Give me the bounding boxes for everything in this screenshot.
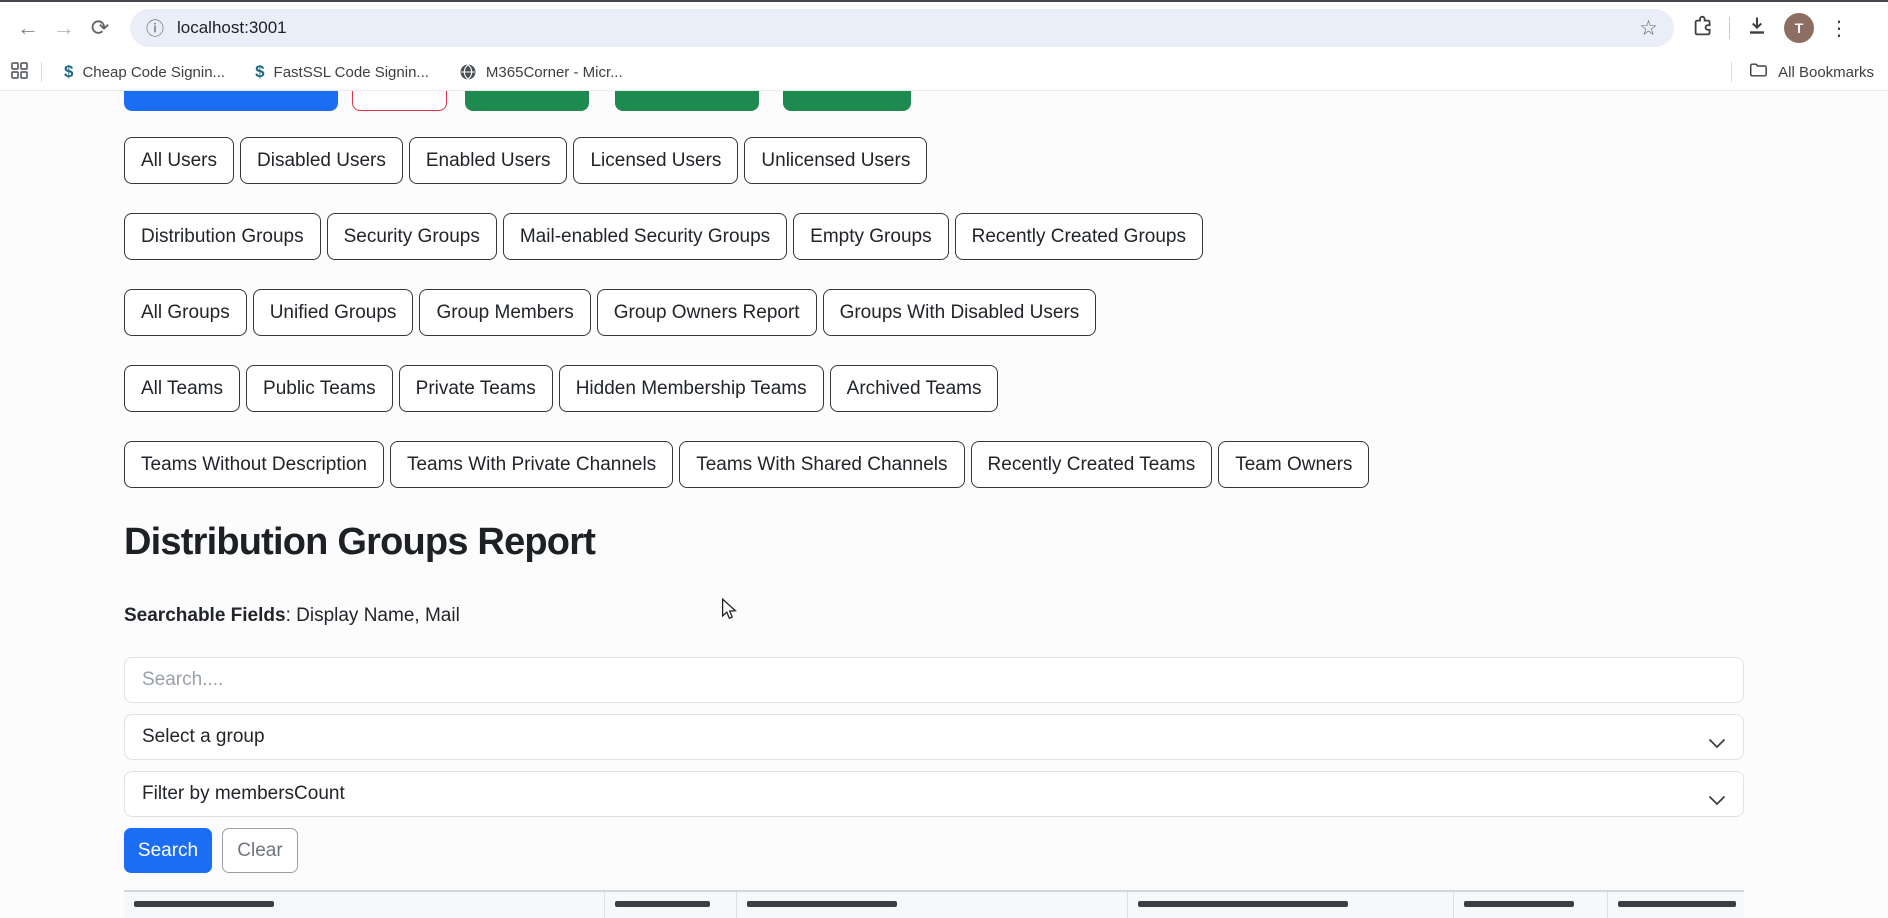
bookmark-item[interactable]: $ Cheap Code Signin... <box>64 62 225 82</box>
forward-icon[interactable]: → <box>46 10 82 46</box>
bookmark-star-icon[interactable]: ☆ <box>1639 16 1658 41</box>
download-icon[interactable] <box>1745 14 1769 43</box>
searchable-fields-line: Searchable Fields: Display Name, Mail <box>124 605 1888 627</box>
chevron-down-icon <box>1708 733 1726 755</box>
toolbar-right: T ⋮ <box>1690 13 1849 43</box>
info-icon[interactable]: ⓘ <box>146 15 164 41</box>
filter-button-private-teams[interactable]: Private Teams <box>399 365 553 412</box>
members-count-select[interactable]: Filter by membersCount <box>124 771 1744 817</box>
bookmarks-bar: $ Cheap Code Signin... $ FastSSL Code Signi… <box>0 54 1888 91</box>
globe-icon <box>459 63 477 81</box>
filter-button-enabled-users[interactable]: Enabled Users <box>409 137 568 184</box>
table-header-cell <box>124 892 605 918</box>
filter-button-row: Distribution GroupsSecurity GroupsMail-e… <box>124 213 1888 260</box>
folder-icon <box>1748 60 1768 84</box>
reload-icon[interactable]: ⟳ <box>82 10 118 46</box>
bookmarks-divider <box>1731 62 1732 82</box>
clipped-header-text <box>1138 901 1348 907</box>
dollar-icon: $ <box>64 62 73 82</box>
searchable-fields-value: : Display Name, Mail <box>286 605 460 626</box>
table-header-cell <box>1454 892 1608 918</box>
filter-button-teams-with-shared-channels[interactable]: Teams With Shared Channels <box>679 441 964 488</box>
filter-button-team-owners[interactable]: Team Owners <box>1218 441 1369 488</box>
partial-button-filled-1e8a4f[interactable] <box>465 91 589 111</box>
filter-button-recently-created-groups[interactable]: Recently Created Groups <box>955 213 1203 260</box>
filter-button-row: Teams Without DescriptionTeams With Priv… <box>124 441 1888 488</box>
page-content: All UsersDisabled UsersEnabled UsersLice… <box>0 91 1888 918</box>
filter-button-row: All GroupsUnified GroupsGroup MembersGro… <box>124 289 1888 336</box>
avatar[interactable]: T <box>1784 13 1814 43</box>
clear-button[interactable]: Clear <box>222 828 298 873</box>
mouse-cursor <box>719 598 739 620</box>
filter-button-teams-without-description[interactable]: Teams Without Description <box>124 441 384 488</box>
filter-button-group-members[interactable]: Group Members <box>419 289 590 336</box>
filter-button-distribution-groups[interactable]: Distribution Groups <box>124 213 321 260</box>
apps-grid-icon[interactable] <box>10 61 29 84</box>
filter-button-mail-enabled-security-groups[interactable]: Mail-enabled Security Groups <box>503 213 787 260</box>
filter-button-archived-teams[interactable]: Archived Teams <box>830 365 999 412</box>
dollar-icon: $ <box>255 62 264 82</box>
bookmark-item[interactable]: $ FastSSL Code Signin... <box>255 62 429 82</box>
filter-button-all-teams[interactable]: All Teams <box>124 365 240 412</box>
partial-button-filled-1b6ef3[interactable] <box>124 91 338 111</box>
filter-button-hidden-membership-teams[interactable]: Hidden Membership Teams <box>559 365 824 412</box>
partial-button-outline-dc3545[interactable] <box>352 91 447 111</box>
partial-button-filled-1e8a4f[interactable] <box>783 91 911 111</box>
bookmark-label: FastSSL Code Signin... <box>274 64 429 81</box>
filter-button-licensed-users[interactable]: Licensed Users <box>573 137 738 184</box>
bookmark-label: M365Corner - Micr... <box>486 64 623 81</box>
clipped-header-text <box>747 901 897 907</box>
page-title: Distribution Groups Report <box>124 521 1888 564</box>
filter-button-security-groups[interactable]: Security Groups <box>327 213 497 260</box>
chevron-down-icon <box>1708 790 1726 812</box>
filter-button-empty-groups[interactable]: Empty Groups <box>793 213 948 260</box>
table-header-cell <box>605 892 737 918</box>
filter-button-group-owners-report[interactable]: Group Owners Report <box>597 289 817 336</box>
bookmark-label: Cheap Code Signin... <box>82 64 225 81</box>
filter-button-row: All TeamsPublic TeamsPrivate TeamsHidden… <box>124 365 1888 412</box>
results-table-header <box>124 890 1744 918</box>
bookmark-item[interactable]: M365Corner - Micr... <box>459 63 623 81</box>
search-button[interactable]: Search <box>124 828 212 873</box>
form-actions: Search Clear <box>124 828 1888 873</box>
filter-button-rows: All UsersDisabled UsersEnabled UsersLice… <box>124 137 1888 488</box>
search-input[interactable] <box>124 657 1744 703</box>
table-header-cell <box>737 892 1128 918</box>
bookmark-items: $ Cheap Code Signin... $ FastSSL Code Signi… <box>42 62 623 82</box>
filter-button-disabled-users[interactable]: Disabled Users <box>240 137 403 184</box>
partial-button-filled-1e8a4f[interactable] <box>615 91 759 111</box>
filter-button-teams-with-private-channels[interactable]: Teams With Private Channels <box>390 441 673 488</box>
table-header-cell <box>1608 892 1744 918</box>
all-bookmarks[interactable]: All Bookmarks <box>1731 60 1874 84</box>
toolbar-divider <box>1729 17 1730 39</box>
filter-button-unified-groups[interactable]: Unified Groups <box>253 289 414 336</box>
clipped-header-text <box>615 901 710 907</box>
group-select[interactable]: Select a group <box>124 714 1744 760</box>
members-count-select-value: Filter by membersCount <box>142 783 345 805</box>
table-header-cell <box>1128 892 1454 918</box>
filter-button-groups-with-disabled-users[interactable]: Groups With Disabled Users <box>823 289 1097 336</box>
menu-icon[interactable]: ⋮ <box>1829 16 1849 41</box>
all-bookmarks-label: All Bookmarks <box>1778 64 1874 81</box>
filter-button-recently-created-teams[interactable]: Recently Created Teams <box>971 441 1213 488</box>
filter-button-unlicensed-users[interactable]: Unlicensed Users <box>744 137 927 184</box>
clipped-header-text <box>134 901 274 907</box>
extensions-icon[interactable] <box>1690 14 1714 43</box>
back-icon[interactable]: ← <box>10 10 46 46</box>
clipped-header-text <box>1618 901 1736 907</box>
searchable-fields-label: Searchable Fields <box>124 605 286 626</box>
filter-button-public-teams[interactable]: Public Teams <box>246 365 393 412</box>
filter-button-row: All UsersDisabled UsersEnabled UsersLice… <box>124 137 1888 184</box>
address-bar[interactable]: ⓘ localhost:3001 ☆ <box>130 9 1674 47</box>
browser-toolbar: ← → ⟳ ⓘ localhost:3001 ☆ T ⋮ <box>0 2 1888 54</box>
url-text[interactable]: localhost:3001 <box>177 18 287 38</box>
filter-button-all-groups[interactable]: All Groups <box>124 289 247 336</box>
group-select-value: Select a group <box>142 726 265 748</box>
filter-button-all-users[interactable]: All Users <box>124 137 234 184</box>
partial-buttons-row <box>124 91 1888 111</box>
browser-window: ← → ⟳ ⓘ localhost:3001 ☆ T ⋮ $ Cheap Code… <box>0 0 1888 918</box>
clipped-header-text <box>1464 901 1574 907</box>
